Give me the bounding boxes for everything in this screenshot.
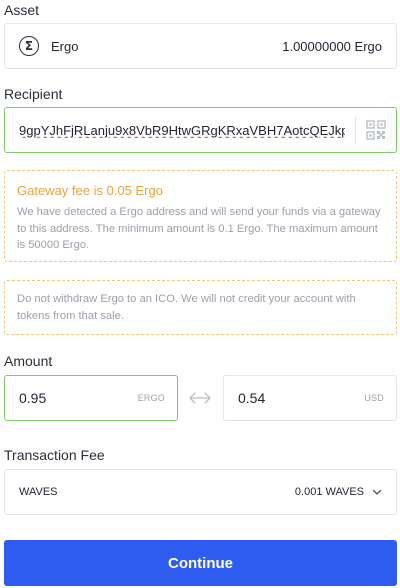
fee-asset: WAVES bbox=[19, 486, 58, 498]
chevron-down-icon bbox=[372, 489, 382, 495]
recipient-label: Recipient bbox=[4, 86, 63, 102]
qr-code-icon[interactable] bbox=[366, 120, 386, 140]
ico-warning-text: Do not withdraw Ergo to an ICO. We will … bbox=[17, 293, 356, 322]
fiat-amount-input[interactable]: 0.54 USD bbox=[223, 375, 397, 421]
crypto-amount-value: 0.95 bbox=[19, 390, 47, 406]
fiat-amount-value: 0.54 bbox=[238, 390, 266, 406]
recipient-field bbox=[4, 107, 397, 153]
fiat-amount-unit: USD bbox=[364, 393, 384, 403]
asset-balance: 1.00000000 Ergo bbox=[282, 38, 382, 54]
ico-warning-notice: Do not withdraw Ergo to an ICO. We will … bbox=[4, 280, 397, 335]
asset-name: Ergo bbox=[51, 38, 79, 54]
fee-value: 0.001 WAVES bbox=[294, 486, 364, 498]
swap-arrows-icon bbox=[189, 392, 211, 404]
amount-label: Amount bbox=[4, 353, 53, 369]
transaction-fee-label: Transaction Fee bbox=[4, 447, 105, 463]
fee-select[interactable]: WAVES 0.001 WAVES bbox=[4, 469, 397, 515]
divider bbox=[355, 116, 356, 144]
asset-select[interactable]: Σ Ergo 1.00000000 Ergo bbox=[4, 23, 397, 69]
crypto-amount-input[interactable]: 0.95 ERGO bbox=[4, 375, 178, 421]
recipient-input[interactable] bbox=[19, 122, 345, 138]
gateway-notice: Gateway fee is 0.05 Ergo We have detecte… bbox=[4, 170, 397, 262]
asset-label: Asset bbox=[4, 2, 40, 18]
ergo-icon: Σ bbox=[19, 36, 39, 56]
gateway-notice-text: We have detected a Ergo address and will… bbox=[17, 206, 381, 251]
gateway-fee-title: Gateway fee is 0.05 Ergo bbox=[17, 183, 163, 198]
continue-button[interactable]: Continue bbox=[4, 540, 397, 586]
crypto-amount-unit: ERGO bbox=[137, 393, 165, 403]
